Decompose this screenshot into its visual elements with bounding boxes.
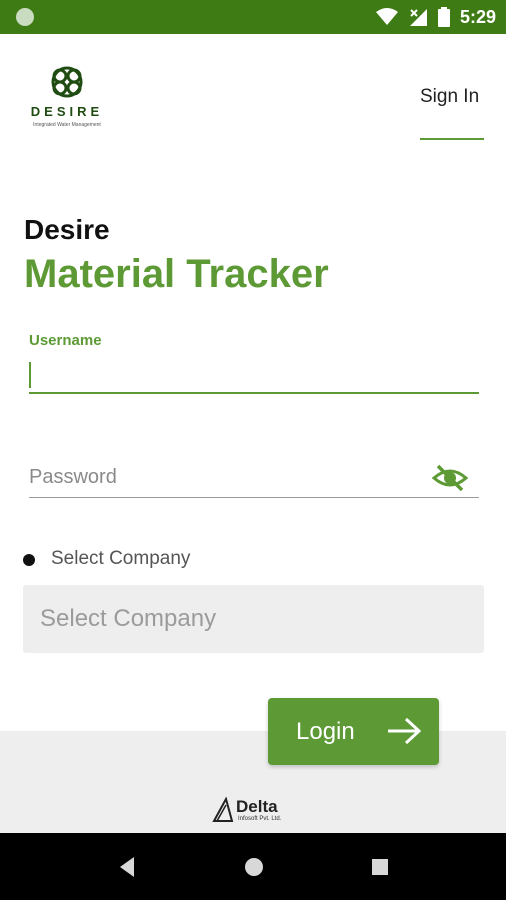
brand-title: Desire <box>24 214 110 245</box>
vendor-name: Delta <box>236 797 278 816</box>
tab-indicator <box>420 138 484 140</box>
password-input[interactable] <box>29 458 479 498</box>
battery-icon <box>437 7 450 27</box>
username-label: Username <box>29 332 102 349</box>
delta-logo: Delta Infosoft Pvt. Ltd. <box>212 796 302 825</box>
knot-logo-icon <box>51 66 83 98</box>
desire-logo: DESIRE Integrated Water Management <box>22 64 112 134</box>
tab-sign-in[interactable]: Sign In <box>420 86 479 108</box>
logo-tagline: Integrated Water Management <box>33 122 101 128</box>
signal-icon <box>408 7 428 27</box>
arrow-right-icon <box>386 716 422 751</box>
text-cursor <box>29 362 31 388</box>
delta-triangle-icon <box>212 796 234 822</box>
recents-icon[interactable] <box>366 853 394 881</box>
login-label: Login <box>296 718 355 745</box>
status-bar: 5:29 <box>0 0 506 34</box>
company-select-placeholder: Select Company <box>40 605 217 632</box>
vendor-sub: Infosoft Pvt. Ltd. <box>238 816 282 822</box>
login-button[interactable]: Login <box>268 698 439 765</box>
bullet-icon <box>23 554 35 566</box>
header: DESIRE Integrated Water Management Sign … <box>0 34 506 154</box>
app-title: Material Tracker <box>24 252 329 296</box>
logo-text: DESIRE <box>30 104 104 119</box>
navigation-bar <box>0 833 506 900</box>
eye-off-icon[interactable] <box>431 462 469 494</box>
circle-indicator-icon <box>16 8 34 26</box>
clock: 5:29 <box>459 6 496 27</box>
wifi-icon <box>375 8 398 26</box>
home-icon[interactable] <box>240 853 268 881</box>
status-icons: 5:29 <box>375 0 496 34</box>
company-select[interactable]: Select Company <box>23 585 484 653</box>
username-input[interactable] <box>29 354 479 394</box>
back-icon[interactable] <box>114 853 142 881</box>
company-label: Select Company <box>51 548 191 569</box>
